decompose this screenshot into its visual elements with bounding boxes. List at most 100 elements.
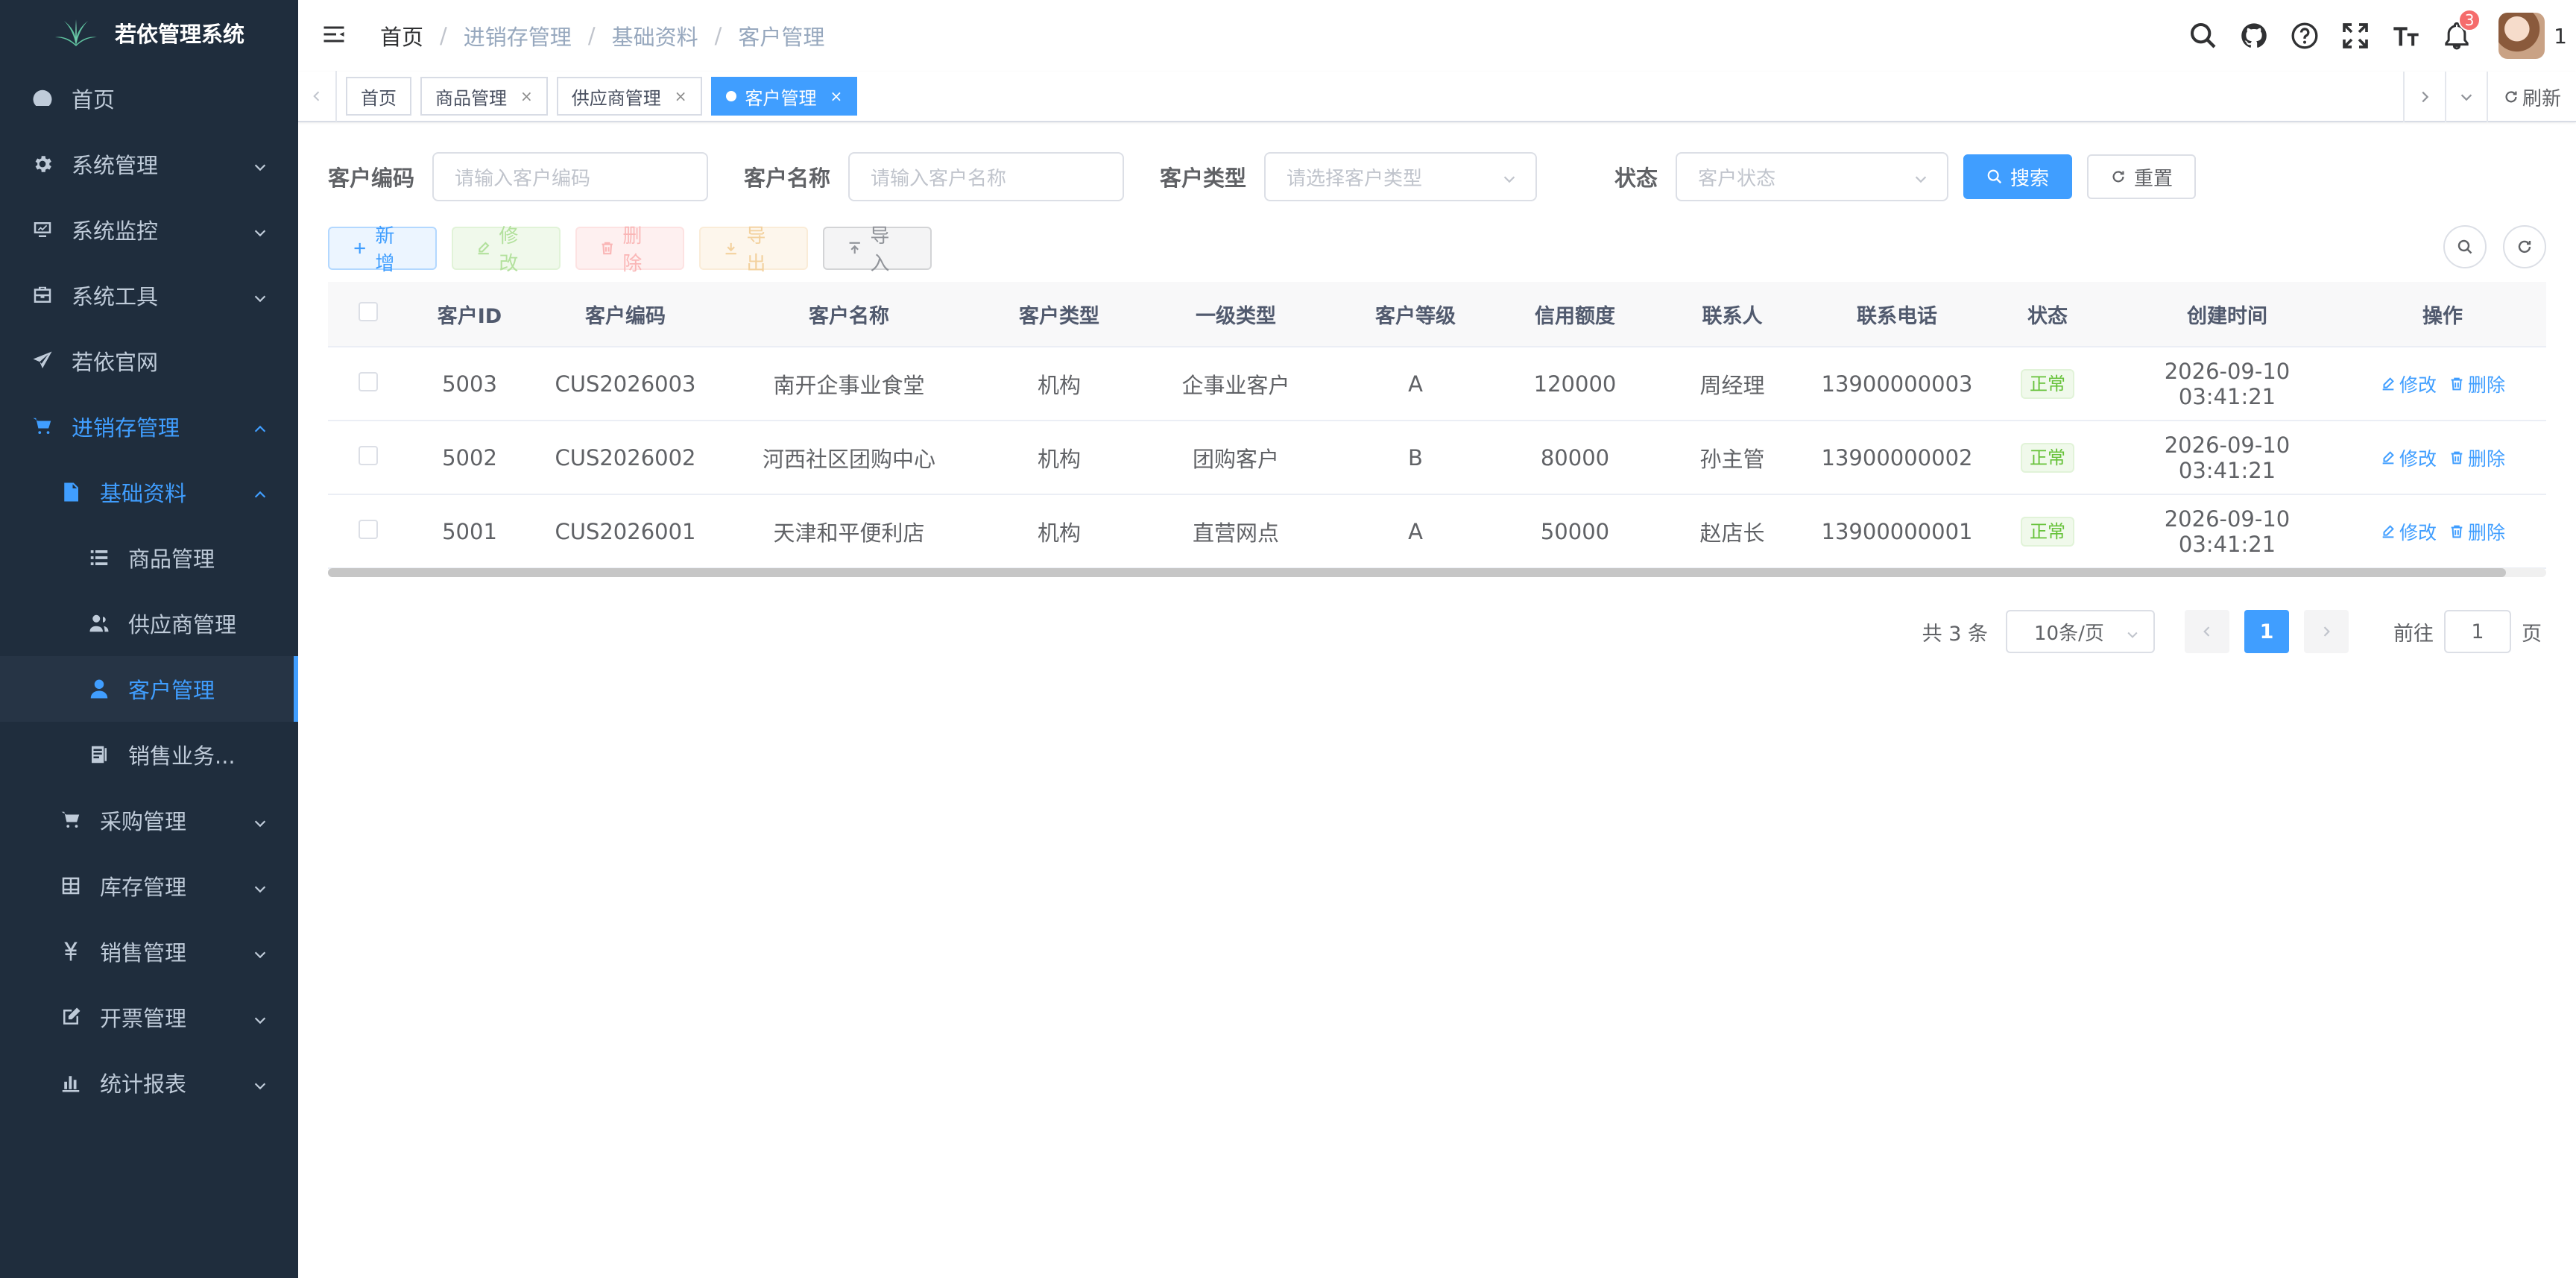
status-select[interactable]: 客户状态	[1676, 152, 1949, 201]
cell-created-time: 2026-09-10 03:41:21	[2164, 432, 2291, 483]
breadcrumb: 首页 / 进销存管理 / 基础资料 / 客户管理	[380, 20, 824, 51]
cell-phone: 13900000002	[1821, 444, 1973, 470]
close-icon[interactable]: ×	[520, 87, 533, 105]
tag-suppliers[interactable]: 供应商管理 ×	[556, 77, 702, 116]
breadcrumb-item: 基础资料	[611, 25, 698, 50]
row-checkbox[interactable]	[359, 371, 378, 391]
document-icon	[58, 479, 83, 505]
refresh-table-button[interactable]	[2503, 225, 2546, 268]
scrollbar-thumb[interactable]	[328, 568, 2506, 577]
reset-button[interactable]: 重置	[2087, 154, 2197, 199]
sidebar-item-monitor[interactable]: 系统监控	[0, 197, 298, 262]
hamburger-icon[interactable]	[321, 21, 350, 51]
font-size-icon[interactable]	[2390, 19, 2422, 52]
customer-name-label: 客户名称	[744, 166, 831, 191]
sidebar-item-ruoyi-site[interactable]: 若依官网	[0, 328, 298, 394]
sidebar-item-purchasing[interactable]: 采购管理	[0, 787, 298, 853]
customer-name-input[interactable]: 请输入客户名称	[848, 152, 1125, 201]
sidebar-item-tools[interactable]: 系统工具	[0, 262, 298, 328]
export-button[interactable]: 导出	[699, 225, 808, 275]
sidebar-item-customers[interactable]: 客户管理	[0, 656, 298, 722]
sidebar-item-home[interactable]: 首页	[0, 66, 298, 131]
notification-badge: 3	[2458, 9, 2481, 31]
cell-status: 正常	[1980, 516, 2115, 547]
sidebar-item-stock[interactable]: 库存管理	[0, 853, 298, 919]
breadcrumb-separator: /	[587, 23, 596, 48]
cell-customer-code: CUS2026002	[555, 444, 696, 470]
toolbox-icon	[30, 283, 55, 308]
row-delete-label: 删除	[2468, 521, 2506, 544]
sidebar-item-invoicing[interactable]: 开票管理	[0, 984, 298, 1050]
users-icon	[86, 611, 112, 636]
sidebar-item-label: 系统监控	[72, 218, 159, 244]
row-delete-button[interactable]: 删除	[2449, 444, 2505, 471]
customer-type-label: 客户类型	[1160, 166, 1247, 191]
fullscreen-icon[interactable]	[2339, 19, 2372, 52]
bell-icon[interactable]: 3	[2440, 9, 2481, 52]
sidebar-item-system[interactable]: 系统管理	[0, 131, 298, 197]
sidebar-item-sales-business[interactable]: 销售业务...	[0, 722, 298, 787]
tags-refresh-button[interactable]: 刷新	[2487, 72, 2576, 122]
github-icon[interactable]	[2238, 19, 2270, 52]
tag-home[interactable]: 首页	[346, 77, 411, 116]
sidebar-item-products[interactable]: 商品管理	[0, 525, 298, 591]
row-edit-button[interactable]: 修改	[2380, 518, 2437, 545]
row-checkbox-cell	[328, 519, 408, 544]
row-edit-button[interactable]: 修改	[2380, 371, 2437, 397]
trash-icon	[2451, 451, 2463, 464]
tag-label: 首页	[361, 87, 397, 109]
logo[interactable]: 若依管理系统	[0, 0, 298, 66]
row-edit-button[interactable]: 修改	[2380, 444, 2437, 471]
add-button[interactable]: 新增	[328, 225, 437, 275]
sidebar-item-reports[interactable]: 统计报表	[0, 1050, 298, 1115]
tags-dropdown-icon[interactable]	[2445, 72, 2487, 122]
cell-customer-type: 机构	[1037, 520, 1081, 546]
customer-code-input[interactable]: 请输入客户编码	[432, 152, 709, 201]
trash-icon	[602, 242, 613, 255]
edit-button[interactable]: 修改	[452, 225, 561, 275]
edit-icon	[478, 242, 490, 255]
close-icon[interactable]: ×	[675, 87, 687, 105]
edit-icon	[2382, 377, 2394, 390]
cell-customer-type: 机构	[1037, 372, 1081, 398]
search-button[interactable]: 搜索	[1963, 154, 2073, 199]
ruoyi-logo-icon	[54, 16, 98, 49]
sidebar-item-inventory[interactable]: 进销存管理	[0, 394, 298, 459]
breadcrumb-item[interactable]: 首页	[380, 20, 423, 51]
row-delete-button[interactable]: 删除	[2449, 371, 2505, 397]
page-number-button[interactable]: 1	[2244, 610, 2289, 653]
select-all-checkbox[interactable]	[359, 301, 378, 321]
help-icon[interactable]	[2288, 19, 2321, 52]
row-checkbox[interactable]	[359, 445, 378, 465]
tag-customers[interactable]: 客户管理 ×	[710, 77, 858, 116]
avatar[interactable]	[2498, 13, 2545, 59]
sidebar-item-suppliers[interactable]: 供应商管理	[0, 591, 298, 656]
customer-code-label: 客户编码	[328, 166, 415, 191]
add-button-label: 新增	[375, 225, 395, 275]
tag-products[interactable]: 商品管理 ×	[420, 77, 548, 116]
import-button[interactable]: 导入	[823, 225, 932, 275]
tags-scroll-right-icon[interactable]	[2403, 72, 2445, 122]
page-size-select[interactable]: 10条/页	[2006, 610, 2155, 653]
col-header: 创建时间	[2187, 304, 2267, 328]
toggle-search-button[interactable]	[2443, 225, 2487, 268]
row-delete-button[interactable]: 删除	[2449, 518, 2505, 545]
row-checkbox[interactable]	[359, 519, 378, 539]
col-header: 联系人	[1702, 304, 1763, 328]
close-icon[interactable]: ×	[830, 87, 843, 105]
table-horizontal-scrollbar[interactable]	[328, 568, 2546, 577]
status-badge: 正常	[2021, 516, 2074, 547]
row-edit-label: 修改	[2399, 447, 2437, 470]
sidebar-item-sales[interactable]: 销售管理	[0, 919, 298, 984]
sidebar-item-basic-data[interactable]: 基础资料	[0, 459, 298, 525]
chevron-down-icon	[252, 1074, 268, 1090]
customer-name-placeholder: 请输入客户名称	[871, 167, 1007, 190]
tags-scroll-left-icon[interactable]	[298, 71, 337, 122]
customer-type-select[interactable]: 请选择客户类型	[1264, 152, 1538, 201]
goto-page-input[interactable]: 1	[2444, 610, 2511, 653]
next-page-button[interactable]	[2304, 610, 2349, 653]
user-label[interactable]: 1	[2554, 24, 2567, 48]
prev-page-button[interactable]	[2185, 610, 2229, 653]
delete-button[interactable]: 删除	[575, 225, 684, 275]
search-icon[interactable]	[2187, 19, 2220, 52]
